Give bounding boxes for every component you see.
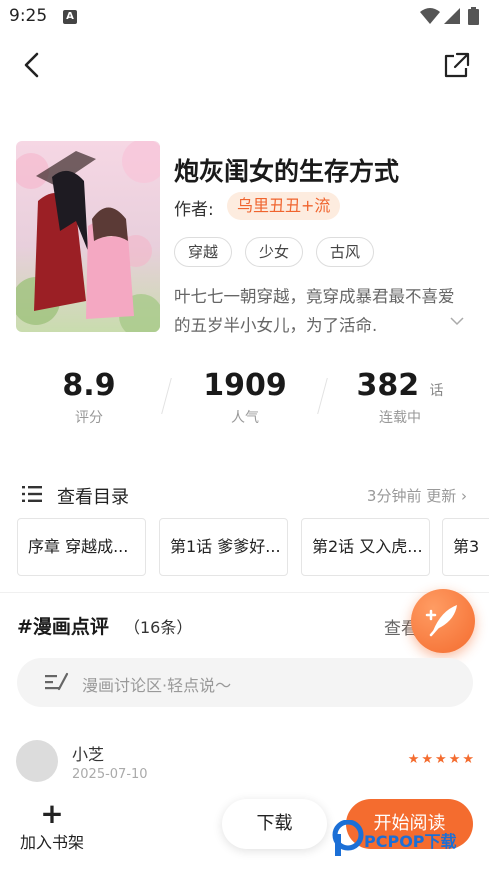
tag-list: 穿越 少女 古风 (174, 237, 375, 267)
share-icon[interactable] (440, 50, 472, 82)
chapter-chip[interactable]: 第3 (442, 518, 489, 576)
toc-row[interactable]: 查看目录 3分钟前 更新 › (0, 478, 489, 512)
notification-icon: A (63, 10, 77, 24)
rating-value: 8.9 (62, 368, 116, 403)
chapter-count-value: 382 (356, 368, 420, 403)
stat-chapters: 382 话 连载中 (355, 368, 445, 427)
star-icon: ★ (448, 752, 461, 767)
download-button[interactable]: 下载 (222, 799, 327, 849)
book-title: 炮灰闺女的生存方式 (174, 157, 400, 186)
star-icon: ★ (407, 752, 420, 767)
chapter-chip[interactable]: 第2话 又入虎... (301, 518, 430, 576)
chapter-list: 序章 穿越成... 第1话 爹爹好... 第2话 又入虎... 第3 (17, 518, 489, 576)
stat-popularity: 1909 人气 (200, 368, 290, 427)
tag-chip[interactable]: 古风 (316, 237, 375, 267)
avatar[interactable] (16, 740, 58, 782)
pcpop-logo-icon (332, 820, 364, 856)
write-comment-fab[interactable] (411, 589, 475, 653)
edit-list-icon (45, 672, 69, 691)
comment-item[interactable]: 小芝 2025-07-10 ★ ★ ★ ★ ★ (16, 740, 476, 790)
rating-stars: ★ ★ ★ ★ ★ (408, 752, 474, 767)
commenter-name: 小芝 (72, 745, 105, 764)
star-icon: ★ (462, 752, 474, 767)
tag-chip[interactable]: 穿越 (174, 237, 233, 267)
toc-update-time: 3分钟前 更新 › (366, 487, 467, 505)
book-cover-image[interactable] (16, 141, 160, 332)
chapter-chip[interactable]: 序章 穿越成... (17, 518, 146, 576)
rating-label: 评分 (75, 410, 103, 426)
stats-row: 8.9 评分 1909 人气 382 话 连载中 (0, 368, 489, 438)
popularity-value: 1909 (203, 368, 287, 403)
author-name[interactable]: 乌里丑丑+流 (227, 192, 341, 220)
comments-title: #漫画点评 (17, 616, 109, 638)
chapter-unit: 话 (429, 383, 444, 399)
star-icon: ★ (435, 752, 447, 767)
comment-date: 2025-07-10 (72, 767, 148, 782)
quill-icon (425, 605, 457, 637)
toc-label: 查看目录 (57, 487, 129, 508)
stat-rating: 8.9 评分 (56, 368, 122, 427)
battery-icon (468, 7, 479, 25)
chevron-down-icon[interactable] (450, 316, 464, 326)
book-synopsis[interactable]: 叶七七一朝穿越，竟穿成暴君最不喜爱的五岁半小女儿，为了活命. (174, 282, 466, 340)
add-to-shelf-label: 加入书架 (19, 833, 84, 852)
popularity-label: 人气 (231, 410, 259, 426)
wifi-icon (420, 8, 440, 24)
status-time: 9:25 (9, 6, 48, 26)
comments-count: （16条） (124, 618, 193, 637)
add-to-shelf-button[interactable]: + 加入书架 (16, 797, 88, 853)
signal-icon (444, 8, 460, 24)
star-icon: ★ (421, 752, 434, 767)
chevron-left-icon[interactable] (18, 50, 48, 80)
comment-input-placeholder: 漫画讨论区·轻点说～ (82, 676, 232, 695)
author-label: 作者: (174, 200, 214, 220)
comment-input[interactable]: 漫画讨论区·轻点说～ (17, 658, 473, 707)
plus-icon: + (40, 797, 64, 830)
list-icon (22, 486, 42, 502)
top-bar (0, 40, 489, 90)
comments-header: #漫画点评 （16条） (17, 612, 192, 638)
watermark-text: PCPOP下载 (364, 832, 457, 851)
watermark-logo: PCPOP下载 (332, 820, 482, 860)
chapter-chip[interactable]: 第1话 爹爹好... (159, 518, 288, 576)
serial-status-label: 连载中 (379, 410, 421, 426)
tag-chip[interactable]: 少女 (245, 237, 304, 267)
status-bar: 9:25 A (0, 0, 489, 34)
